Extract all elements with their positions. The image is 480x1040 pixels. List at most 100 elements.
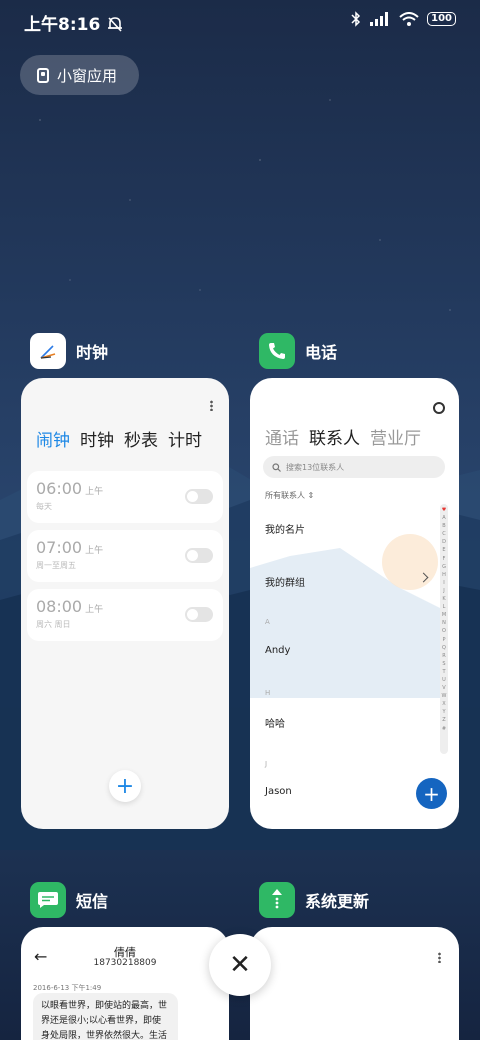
index-letter[interactable]: F [443,555,446,563]
battery-icon: 100 [427,12,456,26]
alarm-repeat: 周六 周日 [36,620,71,629]
alarm-time: 06:00 上午 [36,479,104,498]
alarm-time: 08:00 上午 [36,597,104,616]
tab-clock[interactable]: 时钟 [80,426,114,451]
add-contact-button[interactable]: + [416,778,447,809]
arrow-up-icon [272,889,282,909]
my-card-row[interactable]: 我的名片 [265,521,305,536]
index-letter[interactable]: V [442,684,445,692]
tab-service-hall[interactable]: 营业厅 [370,424,421,449]
index-letter[interactable]: W [442,692,447,700]
floating-window-button[interactable]: 小窗应用 [20,55,139,95]
my-groups-row[interactable]: 我的群组 [265,574,305,589]
index-letter[interactable]: H [442,571,446,579]
index-letter[interactable]: R [442,652,445,660]
alarm-time: 07:00 上午 [36,538,104,557]
sms-app-card[interactable]: ← 倩倩 18730218809 2016-6-13 下午1:49 以眼看世界，… [21,927,229,1040]
index-letter[interactable]: Q [442,644,446,652]
sort-icon: ⇕ [307,491,315,500]
search-placeholder: 搜索13位联系人 [286,462,345,472]
message-date: 2016-6-13 下午1:49 [33,984,102,992]
index-letter[interactable]: Z [442,716,445,724]
tab-timer[interactable]: 计时 [168,426,202,451]
alarm-repeat: 每天 [36,502,52,511]
sms-app-name: 短信 [76,892,109,911]
close-all-button[interactable]: ✕ [209,934,271,996]
index-letter[interactable]: X [442,700,445,708]
section-letter: A [265,618,270,626]
wifi-icon [399,12,419,26]
tab-calls[interactable]: 通话 [265,424,299,449]
status-time: 上午8:16 [24,10,124,35]
index-letter[interactable]: O [442,627,446,635]
index-letter[interactable]: C [442,530,446,538]
more-options-icon[interactable] [438,952,441,963]
index-letter[interactable]: P [442,636,445,644]
status-icons: 100 [351,11,456,27]
index-letter[interactable]: G [442,563,446,571]
update-app-header[interactable]: 系统更新 [259,882,369,918]
alarm-toggle[interactable] [185,548,213,563]
index-letter[interactable]: A [442,514,445,522]
sms-app-header[interactable]: 短信 [30,882,108,918]
index-letter[interactable]: N [442,619,446,627]
index-letter[interactable]: # [442,725,446,733]
alarm-toggle[interactable] [185,489,213,504]
phone-icon [269,343,285,359]
index-letter[interactable]: T [442,668,445,676]
message-icon [38,892,58,908]
contacts-search-input[interactable]: 搜索13位联系人 [263,456,445,478]
floating-window-label: 小窗应用 [57,66,118,85]
bluetooth-icon [351,11,361,27]
sms-app-icon [30,882,66,918]
index-letter[interactable]: D [442,538,446,546]
index-letter[interactable]: U [442,676,446,684]
message-bubble: 以眼看世界，即使站的最高，世界还是很小;以心看世界，即使身处局限，世界依然很大。… [33,993,178,1040]
index-letter[interactable]: I [443,579,444,587]
status-bar: 上午8:16 100 [0,0,480,40]
alarm-item[interactable]: 07:00 上午 周一至周五 [27,530,223,582]
index-letter[interactable]: B [442,522,445,530]
tab-alarm[interactable]: 闹钟 [36,426,70,451]
phone-app-header[interactable]: 电话 [259,333,337,369]
contact-row[interactable]: Jason [265,786,292,797]
index-letter[interactable]: E [442,546,445,554]
phone-app-icon [259,333,295,369]
alarm-repeat: 周一至周五 [36,561,76,570]
phone-app-card[interactable]: 通话 联系人 营业厅 搜索13位联系人 所有联系人 ⇕ 我的名片 我的群组 A … [250,378,459,829]
contacts-background-sun [382,534,438,590]
contact-row[interactable]: 哈哈 [265,715,285,730]
clock-tabs: 闹钟 时钟 秒表 计时 [36,426,202,451]
contacts-filter[interactable]: 所有联系人 ⇕ [265,490,314,501]
clock-app-header[interactable]: 时钟 [30,333,108,369]
phone-tabs: 通话 联系人 营业厅 [265,424,421,449]
section-letter: J [265,760,268,768]
more-options-icon[interactable] [210,400,213,411]
alarm-toggle[interactable] [185,607,213,622]
conversation-number: 18730218809 [93,958,157,968]
search-icon [272,462,281,472]
alarm-item[interactable]: 06:00 上午 每天 [27,471,223,523]
contact-row[interactable]: Andy [265,645,290,656]
index-letter[interactable]: J [443,587,444,595]
add-alarm-button[interactable]: + [109,770,141,802]
alphabet-index[interactable]: ♥ A B C D E F G H I J K L M N O P Q R S T U V W X Y Z # [440,504,448,754]
update-app-card[interactable] [250,927,459,1040]
tab-stopwatch[interactable]: 秒表 [124,426,158,451]
clock-app-card[interactable]: 闹钟 时钟 秒表 计时 06:00 上午 每天 07:00 上午 周一至周五 08:… [21,378,229,829]
index-letter[interactable]: ♥ [442,506,446,514]
tab-contacts[interactable]: 联系人 [309,424,360,449]
bell-off-icon [108,17,123,32]
index-letter[interactable]: S [442,660,445,668]
index-letter[interactable]: M [442,611,446,619]
phone-app-name: 电话 [305,343,338,362]
section-letter: H [265,689,271,697]
floating-window-icon [37,67,49,83]
index-letter[interactable]: Y [442,708,445,716]
settings-icon[interactable] [433,402,445,414]
index-letter[interactable]: L [443,603,446,611]
clock-app-icon [30,333,66,369]
update-app-icon [259,882,295,918]
alarm-item[interactable]: 08:00 上午 周六 周日 [27,589,223,641]
index-letter[interactable]: K [442,595,445,603]
